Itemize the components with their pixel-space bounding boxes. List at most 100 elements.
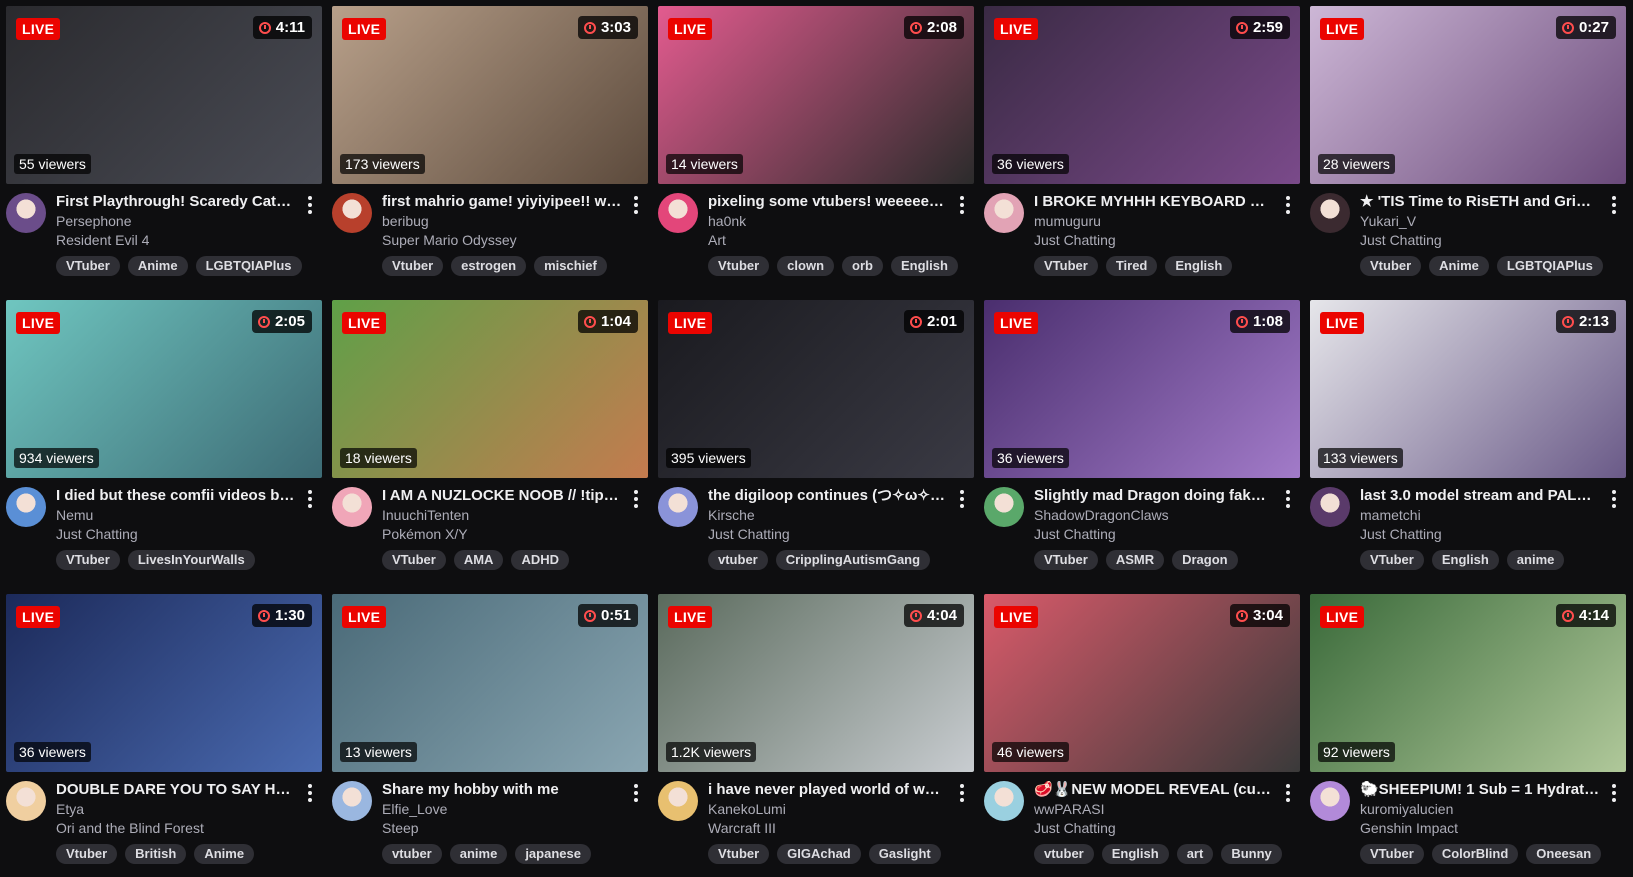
- stream-title[interactable]: i have never played world of warcr...: [708, 781, 948, 799]
- category-link[interactable]: Just Chatting: [708, 525, 948, 543]
- stream-title[interactable]: I AM A NUZLOCKE NOOB // !tip !di...: [382, 487, 622, 505]
- stream-card[interactable]: LIVE 4:14 92 viewers 🐑SHEEPIUM! 1 Sub = …: [1310, 594, 1626, 877]
- stream-title[interactable]: Slightly mad Dragon doing fake A...: [1034, 487, 1274, 505]
- tag-chip[interactable]: VTuber: [1034, 550, 1098, 570]
- tag-chip[interactable]: Anime: [1429, 256, 1489, 276]
- more-options-icon[interactable]: [1607, 784, 1621, 802]
- channel-avatar[interactable]: [1310, 193, 1350, 233]
- more-options-icon[interactable]: [955, 196, 969, 214]
- tag-chip[interactable]: Vtuber: [708, 256, 770, 276]
- stream-thumbnail[interactable]: LIVE 2:13 133 viewers: [1310, 300, 1626, 478]
- tag-chip[interactable]: English: [1101, 844, 1169, 864]
- stream-thumbnail[interactable]: LIVE 4:14 92 viewers: [1310, 594, 1626, 772]
- stream-card[interactable]: LIVE 3:03 173 viewers first mahrio game!…: [332, 6, 648, 300]
- stream-thumbnail[interactable]: LIVE 3:04 46 viewers: [984, 594, 1300, 772]
- stream-card[interactable]: LIVE 1:04 18 viewers I AM A NUZLOCKE NOO…: [332, 300, 648, 594]
- channel-avatar[interactable]: [6, 781, 46, 821]
- tag-chip[interactable]: ColorBlind: [1431, 844, 1519, 864]
- more-options-icon[interactable]: [1281, 490, 1295, 508]
- tag-chip[interactable]: anime: [1506, 550, 1565, 570]
- tag-chip[interactable]: English: [1165, 256, 1233, 276]
- category-link[interactable]: Just Chatting: [1034, 819, 1274, 837]
- stream-card[interactable]: LIVE 2:59 36 viewers I BROKE MYHHH KEYBO…: [984, 6, 1300, 300]
- stream-thumbnail[interactable]: LIVE 2:01 395 viewers: [658, 300, 974, 478]
- more-options-icon[interactable]: [303, 784, 317, 802]
- tag-chip[interactable]: mischief: [534, 256, 607, 276]
- category-link[interactable]: Ori and the Blind Forest: [56, 819, 296, 837]
- stream-title[interactable]: Share my hobby with me: [382, 781, 622, 799]
- stream-card[interactable]: LIVE 2:08 14 viewers pixeling some vtube…: [658, 6, 974, 300]
- channel-avatar[interactable]: [332, 781, 372, 821]
- stream-thumbnail[interactable]: LIVE 2:05 934 viewers: [6, 300, 322, 478]
- channel-avatar[interactable]: [984, 487, 1024, 527]
- stream-thumbnail[interactable]: LIVE 1:04 18 viewers: [332, 300, 648, 478]
- tag-chip[interactable]: japanese: [515, 844, 591, 864]
- channel-name[interactable]: KanekoLumi: [708, 800, 948, 818]
- tag-chip[interactable]: Bunny: [1221, 844, 1282, 864]
- tag-chip[interactable]: VTuber: [1360, 844, 1424, 864]
- tag-chip[interactable]: LivesInYourWalls: [127, 550, 255, 570]
- stream-title[interactable]: pixeling some vtubers! weeeeeee...: [708, 193, 948, 211]
- channel-avatar[interactable]: [1310, 487, 1350, 527]
- tag-chip[interactable]: Gaslight: [868, 844, 941, 864]
- channel-name[interactable]: Persephone: [56, 212, 296, 230]
- tag-chip[interactable]: Dragon: [1172, 550, 1238, 570]
- channel-name[interactable]: InuuchiTenten: [382, 506, 622, 524]
- tag-chip[interactable]: VTuber: [382, 550, 446, 570]
- stream-thumbnail[interactable]: LIVE 4:04 1.2K viewers: [658, 594, 974, 772]
- stream-title[interactable]: the digiloop continues (つ✧ω✧)つ...: [708, 487, 948, 505]
- tag-chip[interactable]: AMA: [453, 550, 504, 570]
- stream-card[interactable]: LIVE 0:27 28 viewers ★ 'TIS Time to RisE…: [1310, 6, 1626, 300]
- tag-chip[interactable]: estrogen: [451, 256, 527, 276]
- tag-chip[interactable]: vtuber: [382, 844, 442, 864]
- tag-chip[interactable]: VTuber: [1360, 550, 1424, 570]
- stream-title[interactable]: I BROKE MYHHH KEYBOARD LEH...: [1034, 193, 1274, 211]
- channel-avatar[interactable]: [332, 487, 372, 527]
- more-options-icon[interactable]: [303, 490, 317, 508]
- channel-name[interactable]: beribug: [382, 212, 622, 230]
- category-link[interactable]: Steep: [382, 819, 622, 837]
- channel-avatar[interactable]: [332, 193, 372, 233]
- tag-chip[interactable]: English: [890, 256, 958, 276]
- tag-chip[interactable]: LGBTQIAPlus: [195, 256, 302, 276]
- tag-chip[interactable]: orb: [842, 256, 883, 276]
- stream-card[interactable]: LIVE 0:51 13 viewers Share my hobby with…: [332, 594, 648, 877]
- more-options-icon[interactable]: [1607, 196, 1621, 214]
- category-link[interactable]: Resident Evil 4: [56, 231, 296, 249]
- more-options-icon[interactable]: [629, 490, 643, 508]
- more-options-icon[interactable]: [1281, 196, 1295, 214]
- more-options-icon[interactable]: [1281, 784, 1295, 802]
- channel-name[interactable]: Elfie_Love: [382, 800, 622, 818]
- tag-chip[interactable]: Oneesan: [1526, 844, 1602, 864]
- tag-chip[interactable]: anime: [449, 844, 508, 864]
- category-link[interactable]: Just Chatting: [1360, 525, 1600, 543]
- tag-chip[interactable]: Vtuber: [1360, 256, 1422, 276]
- category-link[interactable]: Just Chatting: [1034, 231, 1274, 249]
- tag-chip[interactable]: GIGAchad: [777, 844, 861, 864]
- category-link[interactable]: Just Chatting: [1360, 231, 1600, 249]
- stream-card[interactable]: LIVE 1:08 36 viewers Slightly mad Dragon…: [984, 300, 1300, 594]
- tag-chip[interactable]: Anime: [127, 256, 188, 276]
- tag-chip[interactable]: VTuber: [56, 256, 120, 276]
- channel-avatar[interactable]: [6, 193, 46, 233]
- more-options-icon[interactable]: [1607, 490, 1621, 508]
- channel-avatar[interactable]: [1310, 781, 1350, 821]
- stream-card[interactable]: LIVE 4:11 55 viewers First Playthrough! …: [6, 6, 322, 300]
- more-options-icon[interactable]: [303, 196, 317, 214]
- stream-card[interactable]: LIVE 2:01 395 viewers the digiloop conti…: [658, 300, 974, 594]
- stream-card[interactable]: LIVE 3:04 46 viewers 🥩🐰NEW MODEL REVEAL …: [984, 594, 1300, 877]
- tag-chip[interactable]: VTuber: [1034, 256, 1098, 276]
- stream-title[interactable]: 🥩🐰NEW MODEL REVEAL (cute) ...: [1034, 781, 1274, 799]
- channel-name[interactable]: mumuguru: [1034, 212, 1274, 230]
- tag-chip[interactable]: Vtuber: [56, 844, 118, 864]
- channel-name[interactable]: Yukari_V: [1360, 212, 1600, 230]
- channel-avatar[interactable]: [984, 781, 1024, 821]
- tag-chip[interactable]: vtuber: [708, 550, 768, 570]
- stream-thumbnail[interactable]: LIVE 1:30 36 viewers: [6, 594, 322, 772]
- stream-title[interactable]: DOUBLE DARE YOU TO SAY HELL...: [56, 781, 296, 799]
- category-link[interactable]: Just Chatting: [56, 525, 296, 543]
- stream-thumbnail[interactable]: LIVE 1:08 36 viewers: [984, 300, 1300, 478]
- stream-title[interactable]: first mahrio game! yiyiyipee!! wah...: [382, 193, 622, 211]
- stream-title[interactable]: First Playthrough! Scaredy Catgirl...: [56, 193, 296, 211]
- more-options-icon[interactable]: [629, 196, 643, 214]
